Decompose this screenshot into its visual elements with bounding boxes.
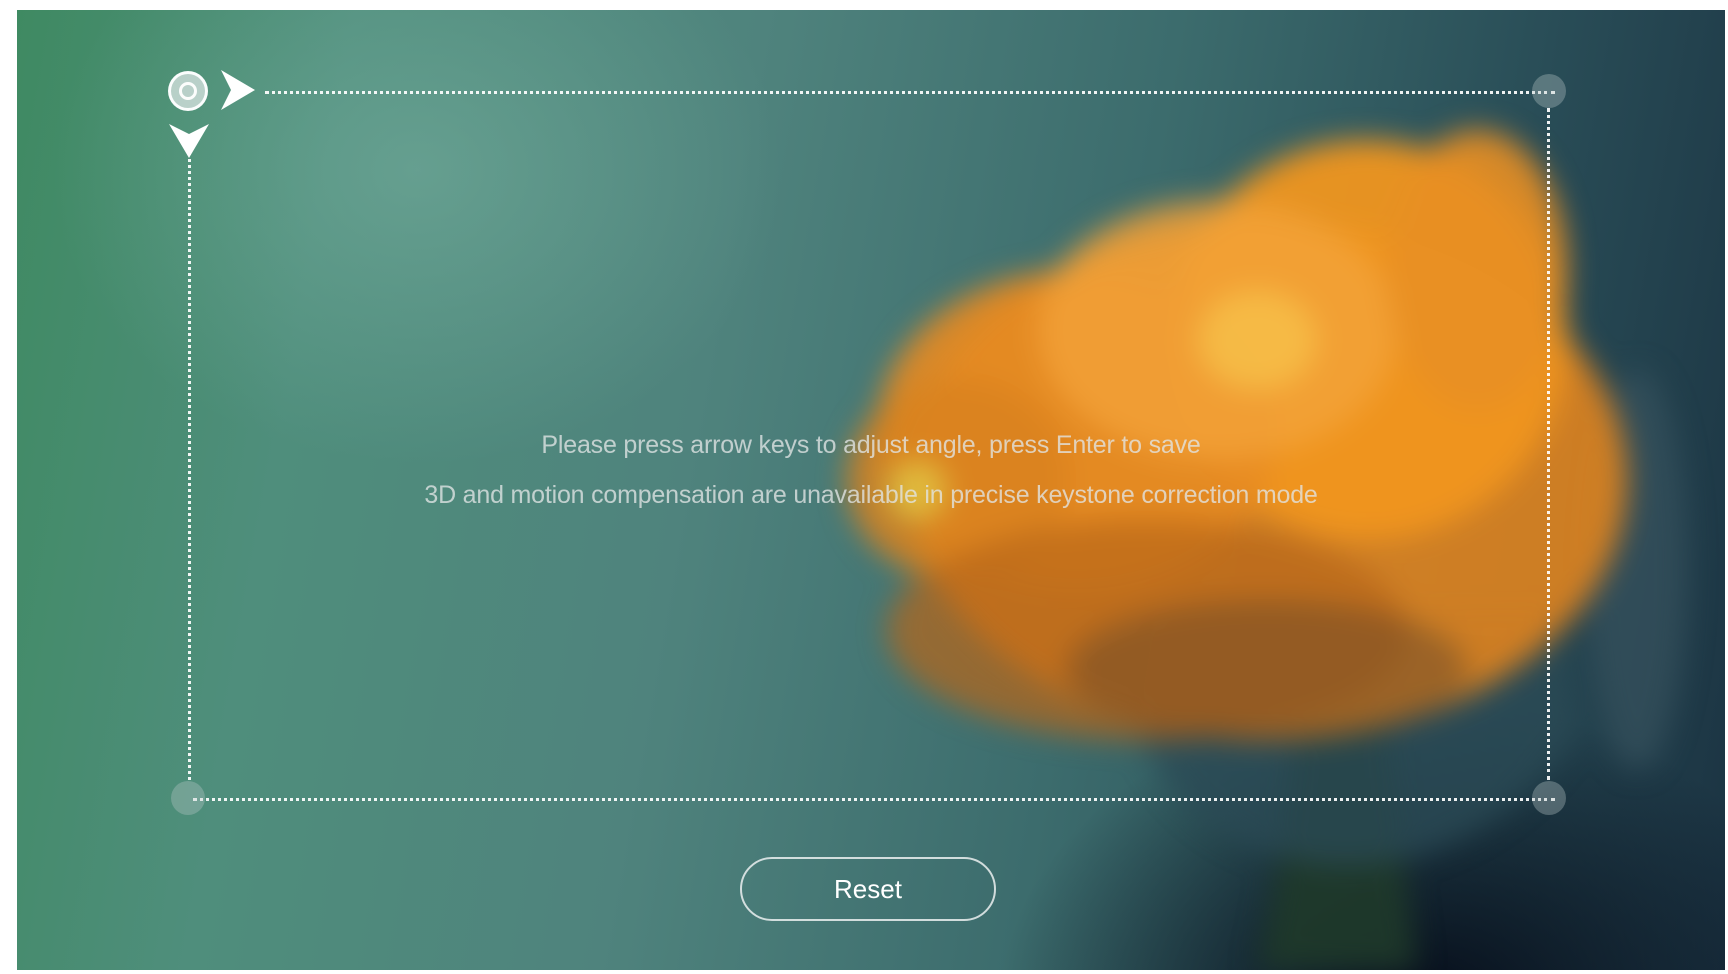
keystone-correction-screen: Please press arrow keys to adjust angle,… bbox=[17, 10, 1725, 970]
corner-handle-bottom-left[interactable] bbox=[171, 781, 205, 815]
arrow-right-icon bbox=[221, 70, 255, 110]
corner-handle-top-right[interactable] bbox=[1532, 74, 1566, 108]
frame-bottom-edge bbox=[193, 798, 1555, 801]
frame-top-edge bbox=[265, 91, 1555, 94]
reset-button[interactable]: Reset bbox=[740, 857, 996, 921]
instruction-text: Please press arrow keys to adjust angle,… bbox=[541, 431, 1201, 459]
corner-handle-bottom-right[interactable] bbox=[1532, 781, 1566, 815]
frame-left-edge bbox=[188, 152, 191, 780]
unavailable-notice-text: 3D and motion compensation are unavailab… bbox=[424, 481, 1318, 509]
corner-handle-top-left-selected[interactable] bbox=[168, 71, 208, 111]
arrow-down-icon bbox=[169, 124, 209, 158]
